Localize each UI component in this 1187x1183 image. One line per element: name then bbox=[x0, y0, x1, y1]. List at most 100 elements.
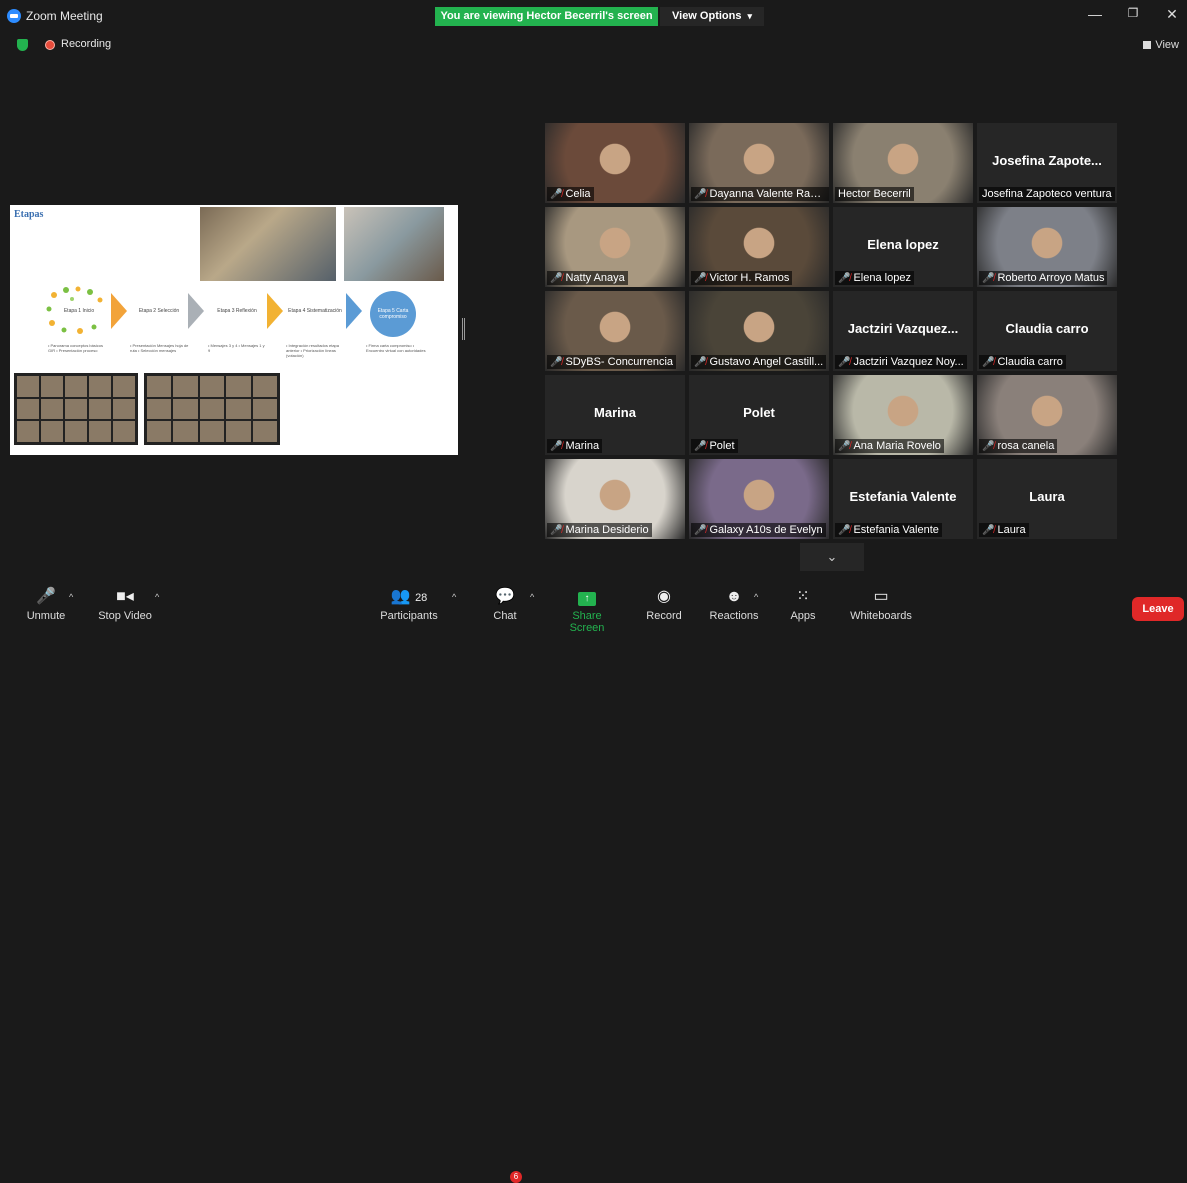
participant-tile[interactable]: 🎤̸ Natty Anaya bbox=[545, 207, 685, 287]
participant-name: Celia bbox=[565, 188, 591, 200]
participant-tile[interactable]: 🎤̸ Marina Desiderio bbox=[545, 459, 685, 539]
minimize-icon[interactable]: — bbox=[1085, 6, 1105, 22]
participant-name: Ana Maria Rovelo bbox=[853, 440, 941, 452]
stage-4-label: Etapa 4 Sistematización bbox=[288, 308, 342, 314]
participant-tile[interactable]: 🎤̸ rosa canela bbox=[977, 375, 1117, 455]
chevron-up-icon[interactable]: ^ bbox=[155, 592, 159, 602]
microphone-muted-icon: 🎤̸ bbox=[550, 357, 563, 368]
close-icon[interactable]: ✕ bbox=[1162, 6, 1182, 23]
microphone-muted-icon: 🎤̸ bbox=[550, 525, 563, 536]
slide-photo bbox=[200, 207, 336, 281]
chevron-up-icon[interactable]: ^ bbox=[530, 592, 534, 602]
participant-tile[interactable]: Claudia carro 🎤̸ Claudia carro bbox=[977, 291, 1117, 371]
participant-name-label: 🎤̸ rosa canela bbox=[979, 439, 1058, 453]
microphone-muted-icon: 🎤̸ bbox=[694, 189, 707, 200]
participant-tile[interactable]: Polet 🎤̸ Polet bbox=[689, 375, 829, 455]
stage-5-bullets: • Firma carta compromiso • Encuentro vir… bbox=[366, 343, 426, 353]
view-options-button[interactable]: View Options ▾ bbox=[660, 7, 764, 26]
participant-name-label: 🎤̸ Claudia carro bbox=[979, 355, 1066, 369]
microphone-muted-icon: 🎤̸ bbox=[982, 525, 995, 536]
record-button[interactable]: ◉ Record bbox=[644, 584, 684, 622]
participant-name-label: 🎤̸ Polet bbox=[691, 439, 738, 453]
participant-tile[interactable]: Jactziri Vazquez... 🎤̸ Jactziri Vazquez No… bbox=[833, 291, 973, 371]
participant-name-label: 🎤̸ Galaxy A10s de Evelyn bbox=[691, 523, 826, 537]
participants-button[interactable]: 👥 28 Participants bbox=[378, 584, 440, 622]
whiteboards-button[interactable]: ▭ Whiteboards bbox=[848, 584, 914, 622]
whiteboards-label: Whiteboards bbox=[850, 610, 912, 622]
microphone-muted-icon: 🎤̸ bbox=[982, 441, 995, 452]
participant-tile[interactable]: 🎤̸ Galaxy A10s de Evelyn bbox=[689, 459, 829, 539]
microphone-muted-icon: 🎤̸ bbox=[550, 189, 563, 200]
participant-name-label: 🎤̸ Ana Maria Rovelo bbox=[835, 439, 944, 453]
participant-name-label: 🎤̸ Victor H. Ramos bbox=[691, 271, 793, 285]
view-button[interactable]: View bbox=[1143, 39, 1179, 51]
title-bar: Zoom Meeting You are viewing Hector Bece… bbox=[0, 0, 1187, 32]
screenshot-gallery-thumbnail bbox=[144, 373, 280, 445]
chevron-up-icon[interactable]: ^ bbox=[754, 592, 758, 602]
microphone-muted-icon: 🎤̸ bbox=[694, 525, 707, 536]
record-icon: ◉ bbox=[657, 588, 671, 605]
participant-name-label: 🎤̸ Gustavo Angel Castill... bbox=[691, 355, 827, 369]
unmute-button[interactable]: 🎤 Unmute bbox=[24, 584, 68, 622]
share-screen-button[interactable]: ↑ Share Screen bbox=[554, 584, 620, 634]
participant-name: Claudia carro bbox=[997, 356, 1063, 368]
arrow-icon bbox=[188, 293, 204, 329]
participant-tile[interactable]: 🎤̸ Celia bbox=[545, 123, 685, 203]
participant-tile[interactable]: Elena lopez 🎤̸ Elena lopez bbox=[833, 207, 973, 287]
chat-label: Chat bbox=[493, 610, 517, 622]
participant-name: Laura bbox=[997, 524, 1026, 536]
participant-name: Natty Anaya bbox=[565, 272, 625, 284]
leave-button[interactable]: Leave bbox=[1132, 597, 1184, 621]
grid-icon bbox=[1143, 41, 1152, 49]
microphone-muted-icon: 🎤̸ bbox=[694, 357, 707, 368]
apps-button[interactable]: ⁙ Apps bbox=[788, 584, 818, 622]
stage-4-bullets: • Integración resultados etapa anterior … bbox=[286, 343, 339, 358]
participant-tile[interactable]: 🎤̸ Dayanna Valente Ram... bbox=[689, 123, 829, 203]
app-title: Zoom Meeting bbox=[26, 9, 103, 23]
participants-label: Participants bbox=[380, 610, 438, 622]
participant-name: Marina Desiderio bbox=[565, 524, 649, 536]
participant-tile[interactable]: Estefania Valente 🎤̸ Estefania Valente bbox=[833, 459, 973, 539]
recording-label: Recording bbox=[61, 38, 112, 50]
participant-tile[interactable]: 🎤̸ Gustavo Angel Castill... bbox=[689, 291, 829, 371]
stage-2-bullets: • Presentación Mensajes hoja de ruta • S… bbox=[130, 343, 189, 353]
participant-name-label: 🎤̸ Laura bbox=[979, 523, 1029, 537]
view-label: View bbox=[1155, 39, 1179, 51]
restore-icon[interactable]: ❐ bbox=[1123, 6, 1143, 20]
microphone-muted-icon: 🎤̸ bbox=[550, 273, 563, 284]
chevron-down-icon[interactable]: ⌄ bbox=[800, 543, 864, 571]
participant-name: Hector Becerril bbox=[838, 188, 911, 200]
splitter-handle[interactable] bbox=[462, 318, 465, 340]
participant-name-label: 🎤̸ Marina bbox=[547, 439, 603, 453]
chevron-up-icon[interactable]: ^ bbox=[452, 592, 456, 602]
reactions-button[interactable]: ☻ Reactions bbox=[708, 584, 760, 622]
shield-icon[interactable] bbox=[17, 39, 28, 51]
participant-tile[interactable]: Marina 🎤̸ Marina bbox=[545, 375, 685, 455]
slide-photo bbox=[344, 207, 444, 281]
participant-gallery: 🎤̸ Celia 🎤̸ Dayanna Valente Ram... Hector Be… bbox=[545, 123, 1118, 539]
participant-tile[interactable]: 🎤̸ SDyBS- Concurrencia bbox=[545, 291, 685, 371]
participant-name-label: 🎤̸ Marina Desiderio bbox=[547, 523, 652, 537]
participant-tile[interactable]: 🎤̸ Roberto Arroyo Matus bbox=[977, 207, 1117, 287]
video-camera-icon: ■◂ bbox=[116, 588, 134, 605]
microphone-muted-icon: 🎤̸ bbox=[982, 273, 995, 284]
participant-tile[interactable]: Josefina Zapote... Josefina Zapoteco vent… bbox=[977, 123, 1117, 203]
chevron-up-icon[interactable]: ^ bbox=[69, 592, 73, 602]
chat-button[interactable]: 💬 Chat bbox=[488, 584, 522, 622]
participant-display-name: Josefina Zapote... bbox=[992, 153, 1102, 168]
participant-display-name: Laura bbox=[1029, 489, 1065, 504]
stop-video-button[interactable]: ■◂ Stop Video bbox=[96, 584, 154, 622]
participant-display-name: Marina bbox=[594, 405, 636, 420]
whiteboard-icon: ▭ bbox=[873, 588, 889, 605]
participant-tile[interactable]: Hector Becerril bbox=[833, 123, 973, 203]
microphone-muted-icon: 🎤̸ bbox=[838, 273, 851, 284]
chevron-down-icon: ▾ bbox=[747, 11, 752, 21]
stage-2-label: Etapa 2 Selección bbox=[138, 308, 180, 314]
participant-tile[interactable]: 🎤̸ Victor H. Ramos bbox=[689, 207, 829, 287]
participant-tile[interactable]: 🎤̸ Ana Maria Rovelo bbox=[833, 375, 973, 455]
participant-name-label: 🎤̸ Roberto Arroyo Matus bbox=[979, 271, 1108, 285]
meeting-toolbar: 🎤 Unmute ^ ■◂ Stop Video ^ 👥 28 Particip… bbox=[0, 582, 1187, 1183]
participant-tile[interactable]: Laura 🎤̸ Laura bbox=[977, 459, 1117, 539]
unmute-label: Unmute bbox=[26, 610, 66, 622]
stage-3-label: Etapa 3 Reflexión bbox=[217, 308, 257, 314]
